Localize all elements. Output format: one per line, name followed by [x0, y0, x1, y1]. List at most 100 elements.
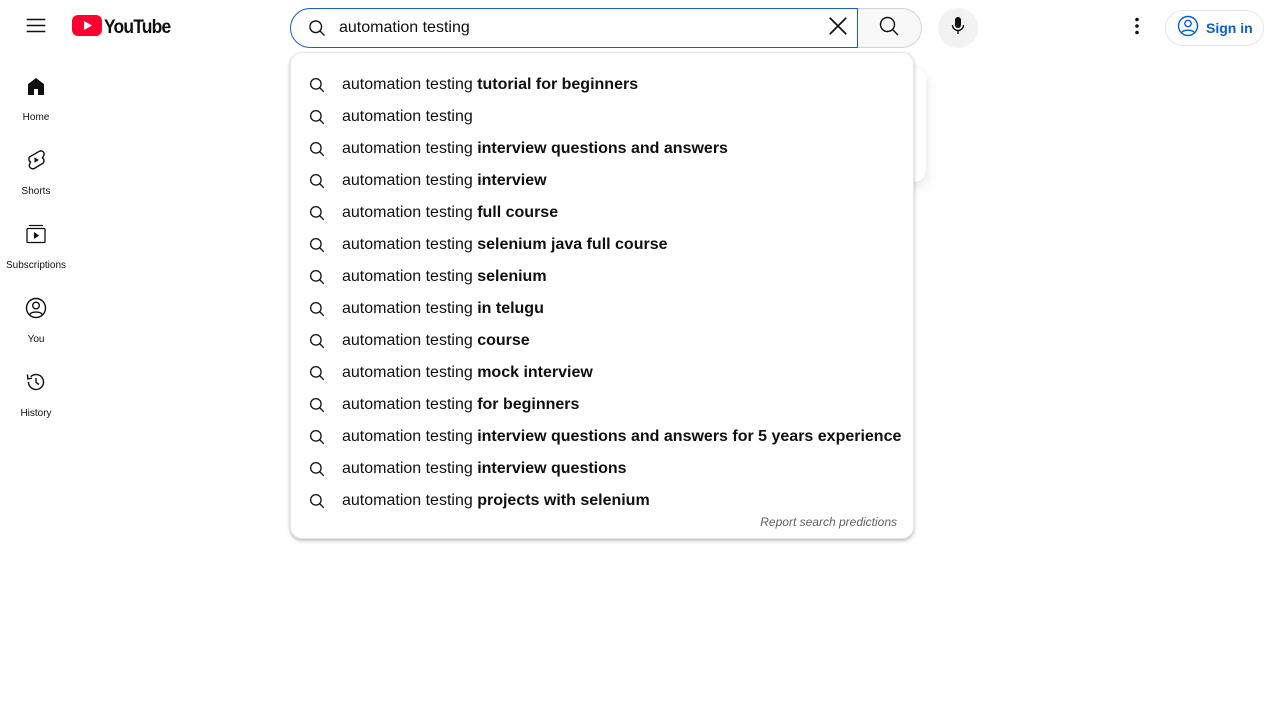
youtube-play-icon	[72, 15, 102, 41]
sign-in-button[interactable]: Sign in	[1165, 10, 1264, 46]
search-icon	[308, 300, 326, 318]
suggestion-completion-part: interview questions	[472, 460, 627, 477]
suggestion-text: automation testing full course	[342, 204, 558, 222]
search-icon	[308, 332, 326, 350]
history-icon	[24, 370, 48, 394]
sidebar-item-shorts[interactable]: Shorts	[4, 130, 68, 204]
suggestion-completion-part: interview questions and answers	[472, 140, 728, 157]
microphone-icon	[946, 14, 970, 43]
suggestion-completion-part: mock interview	[472, 364, 593, 381]
search-suggestions-dropdown: automation testing tutorial for beginner…	[290, 52, 914, 539]
suggestion-query-part: automation testing	[342, 300, 473, 317]
suggestion-item[interactable]: automation testing interview questions a…	[291, 421, 913, 453]
sidebar-item-label: Shorts	[21, 186, 51, 197]
suggestion-item[interactable]: automation testing for beginners	[291, 389, 913, 421]
hamburger-icon	[24, 14, 48, 43]
you-icon	[24, 296, 48, 320]
suggestion-item[interactable]: automation testing	[291, 101, 913, 133]
search-icon	[308, 172, 326, 190]
sidebar-item-subscriptions[interactable]: Subscriptions	[4, 204, 68, 278]
suggestion-item[interactable]: automation testing interview	[291, 165, 913, 197]
suggestion-text: automation testing selenium java full co…	[342, 236, 668, 254]
suggestion-completion-part: tutorial for beginners	[472, 76, 639, 93]
search-button[interactable]	[858, 8, 922, 48]
sidebar-item-label: Home	[22, 112, 50, 123]
more-vert-icon	[1125, 14, 1149, 43]
suggestion-query-part: automation testing	[342, 460, 473, 477]
suggestion-completion-part: selenium	[472, 268, 547, 285]
search-icon	[308, 268, 326, 286]
clear-search-button[interactable]	[823, 9, 853, 47]
search-icon	[307, 18, 327, 38]
suggestion-query-part: automation testing	[342, 364, 473, 381]
suggestion-query-part: automation testing	[342, 172, 473, 189]
sidebar-item-label: You	[27, 334, 45, 345]
suggestion-text: automation testing interview questions a…	[342, 140, 728, 158]
suggestion-completion-part: selenium java full course	[472, 236, 668, 253]
suggestion-item[interactable]: automation testing mock interview	[291, 357, 913, 389]
suggestion-completion-part: for beginners	[472, 396, 580, 413]
subscriptions-icon	[24, 222, 48, 246]
youtube-logo[interactable]: YouTube	[72, 15, 176, 41]
guide-menu-button[interactable]	[16, 8, 56, 48]
suggestion-item[interactable]: automation testing interview questions	[291, 453, 913, 485]
suggestion-item[interactable]: automation testing course	[291, 325, 913, 357]
search-icon	[308, 428, 326, 446]
search-icon	[308, 236, 326, 254]
masthead: YouTube Sign in	[0, 0, 1280, 56]
suggestion-item[interactable]: automation testing interview questions a…	[291, 133, 913, 165]
suggestion-item[interactable]: automation testing full course	[291, 197, 913, 229]
suggestion-query-part: automation testing	[342, 76, 473, 93]
suggestion-text: automation testing	[342, 108, 473, 126]
suggestion-query-part: automation testing	[342, 204, 473, 221]
shorts-icon	[24, 148, 48, 172]
search-input[interactable]	[339, 10, 799, 46]
sidebar-item-label: History	[20, 408, 52, 419]
search-box	[290, 8, 858, 48]
suggestion-item[interactable]: automation testing tutorial for beginner…	[291, 69, 913, 101]
suggestion-item[interactable]: automation testing selenium java full co…	[291, 229, 913, 261]
search-icon	[308, 140, 326, 158]
suggestion-query-part: automation testing	[342, 332, 473, 349]
suggestion-query-part: automation testing	[342, 492, 473, 509]
suggestion-item[interactable]: automation testing selenium	[291, 261, 913, 293]
suggestion-text: automation testing interview questions	[342, 460, 627, 478]
sidebar-item-you[interactable]: You	[4, 278, 68, 352]
suggestion-query-part: automation testing	[342, 396, 473, 413]
suggestion-text: automation testing for beginners	[342, 396, 579, 414]
account-circle-icon	[1176, 14, 1200, 43]
suggestion-text: automation testing tutorial for beginner…	[342, 76, 638, 94]
suggestion-completion-part: interview questions and answers for 5 ye…	[472, 428, 902, 445]
suggestion-text: automation testing in telugu	[342, 300, 544, 318]
sidebar-item-home[interactable]: Home	[4, 56, 68, 130]
search-icon	[308, 76, 326, 94]
search-icon	[308, 396, 326, 414]
suggestion-text: automation testing selenium	[342, 268, 547, 286]
suggestion-item[interactable]: automation testing projects with seleniu…	[291, 485, 913, 517]
suggestion-query-part: automation testing	[342, 236, 473, 253]
suggestion-completion-part: full course	[472, 204, 559, 221]
suggestion-item[interactable]: automation testing in telugu	[291, 293, 913, 325]
settings-more-button[interactable]	[1117, 8, 1157, 48]
search-icon	[877, 14, 901, 43]
close-icon	[827, 15, 849, 42]
report-search-predictions-link[interactable]: Report search predictions	[760, 515, 897, 529]
sidebar-item-history[interactable]: History	[4, 352, 68, 426]
suggestion-text: automation testing projects with seleniu…	[342, 492, 650, 510]
suggestion-completion-part: in telugu	[472, 300, 544, 317]
sidebar-item-label: Subscriptions	[5, 260, 67, 271]
search-icon	[308, 108, 326, 126]
suggestion-query-part: automation testing	[342, 108, 473, 125]
logo-wordmark: YouTube	[104, 17, 171, 38]
sign-in-label: Sign in	[1206, 20, 1253, 36]
suggestion-text: automation testing interview questions a…	[342, 428, 901, 446]
search-icon	[308, 460, 326, 478]
suggestion-query-part: automation testing	[342, 140, 473, 157]
voice-search-button[interactable]	[938, 8, 978, 48]
suggestion-query-part: automation testing	[342, 428, 473, 445]
suggestion-text: automation testing mock interview	[342, 364, 593, 382]
suggestion-query-part: automation testing	[342, 268, 473, 285]
search-icon	[308, 492, 326, 510]
suggestion-completion-part: course	[472, 332, 530, 349]
search-icon	[308, 204, 326, 222]
